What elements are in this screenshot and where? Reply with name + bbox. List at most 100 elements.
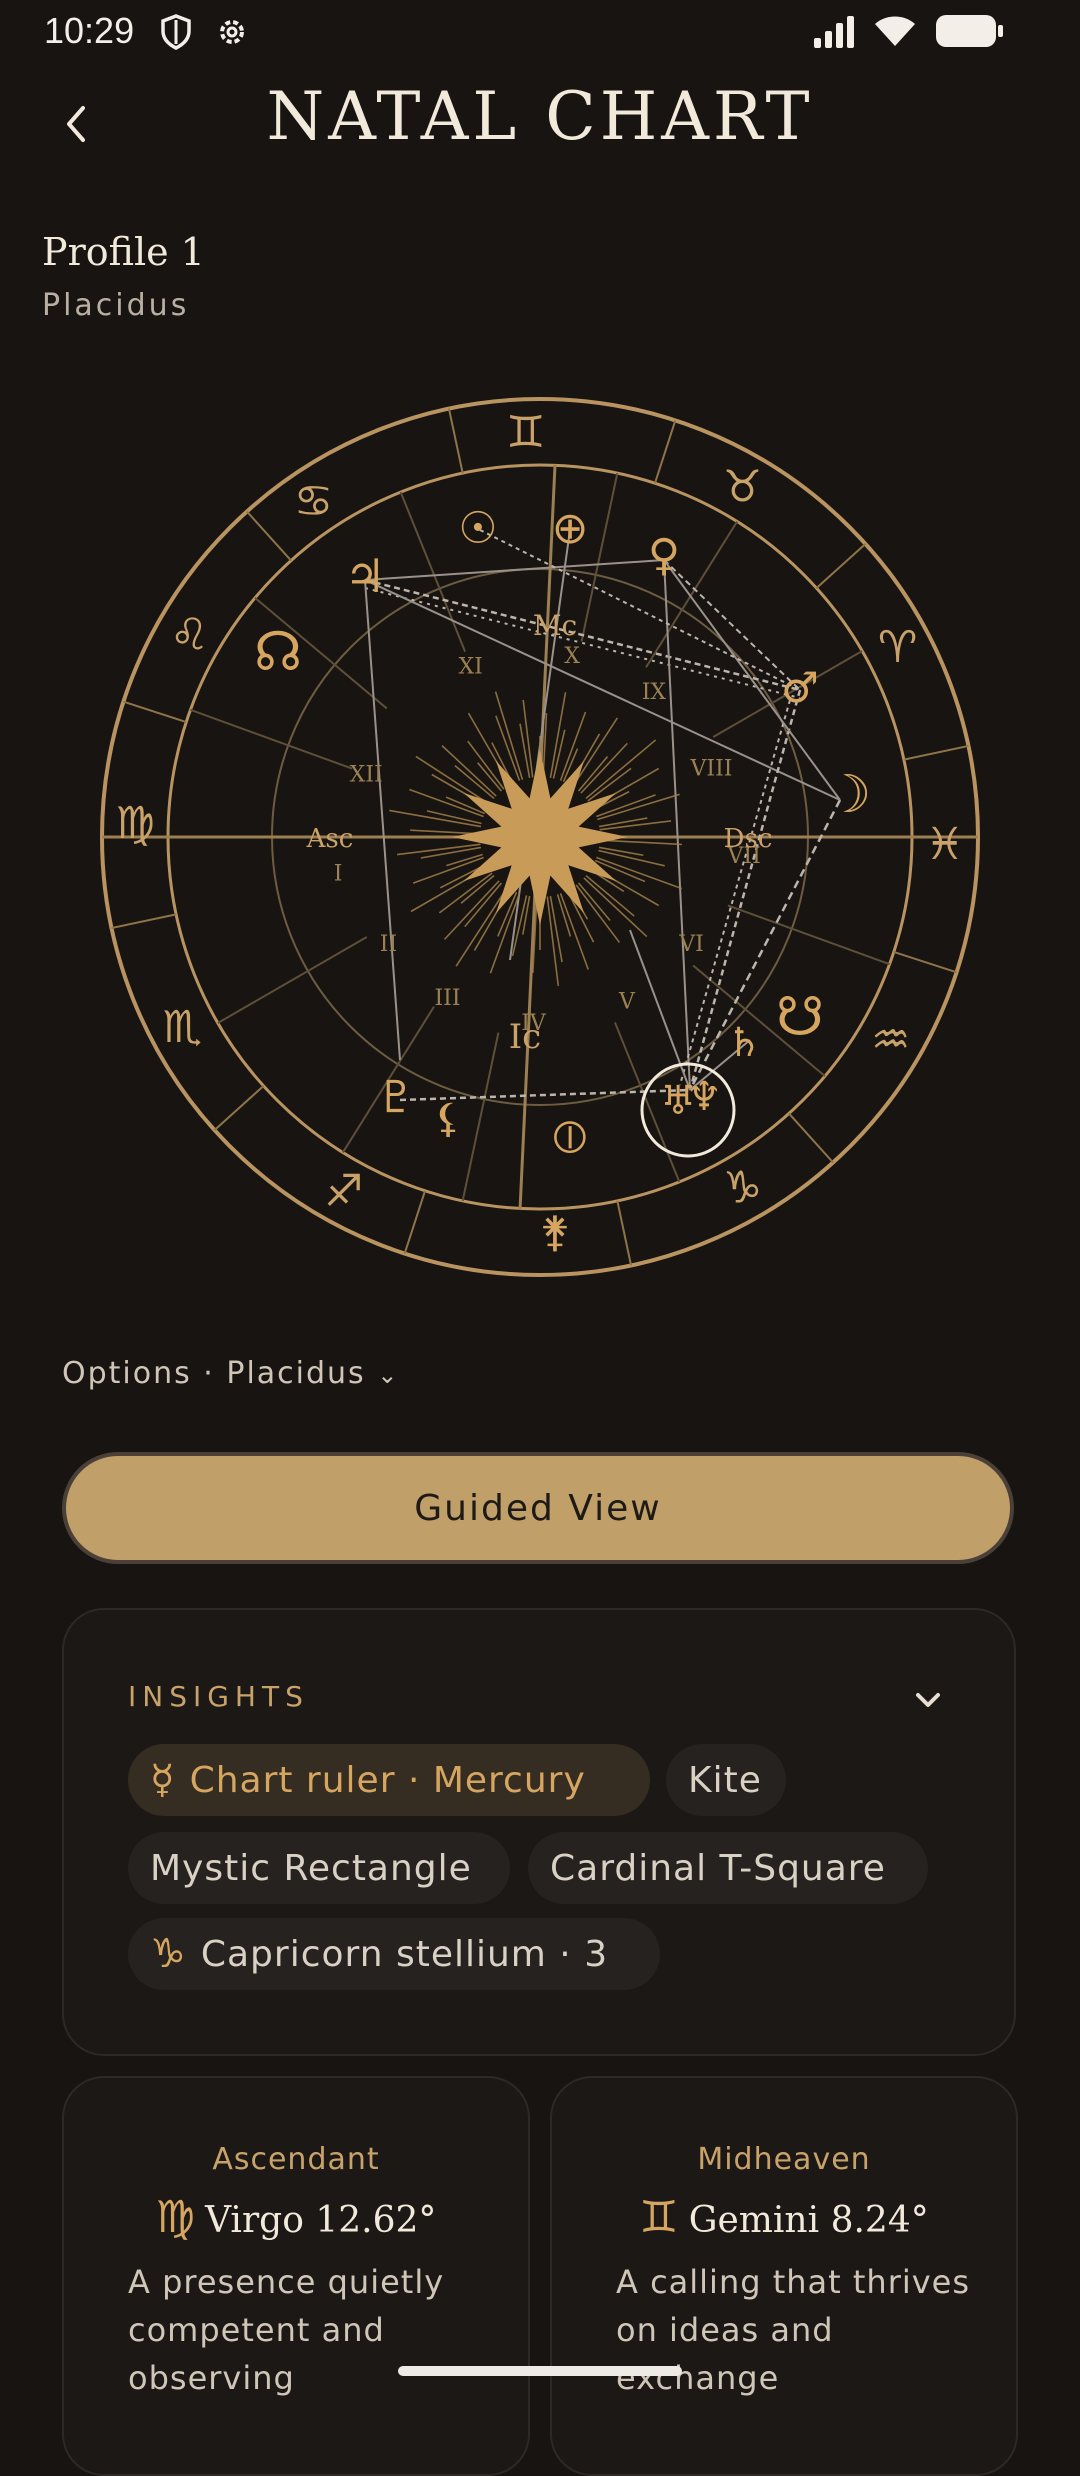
- sun-ray: [580, 742, 628, 794]
- house-system-label: Placidus: [42, 288, 190, 323]
- midheaven-description: A calling that thrives on ideas and exch…: [616, 2263, 971, 2397]
- midheaven-label: Mc: [533, 609, 577, 642]
- insight-chip-label: Capricorn stellium · 3: [200, 1933, 609, 1975]
- lilith-glyph: ⚸: [433, 1096, 462, 1142]
- insights-title: INSIGHTS: [128, 1680, 309, 1713]
- neptune-glyph: ♆: [686, 1074, 722, 1120]
- zodiac-sign-glyph: ♊: [506, 407, 545, 458]
- zodiac-boundary: [893, 951, 957, 974]
- insight-chip-label: Mystic Rectangle: [150, 1847, 472, 1889]
- natal-chart-wheel[interactable]: IIIIIIIVVVIVIIVIIIIXXXIXII ♍♌♋♊♉♈♓♒♑♐♏ A…: [0, 380, 1080, 1300]
- sun-ring-glyph: ☉: [458, 503, 497, 554]
- zodiac-sign-glyph: ♈: [878, 622, 917, 673]
- wifi-icon: [875, 16, 915, 46]
- midheaven-sign: ♊ Gemini 8.24°: [550, 2192, 1018, 2243]
- profile-name: Profile 1: [42, 230, 205, 274]
- zodiac-boundary: [616, 1200, 633, 1266]
- zodiac-sign-glyph: ♒: [871, 1015, 910, 1066]
- house-number: III: [434, 986, 460, 1011]
- insight-chip-label: Cardinal T-Square: [550, 1847, 886, 1889]
- venus-glyph: ♀: [648, 530, 680, 581]
- zodiac-sign-glyph: ♍: [115, 798, 154, 849]
- sun-ray: [559, 711, 587, 781]
- sun-ray: [596, 856, 683, 890]
- zodiac-boundary: [654, 420, 677, 484]
- sun-ray: [575, 884, 621, 943]
- moon-glyph: ☽: [825, 765, 872, 825]
- pluto-ring-glyph: ⊕: [552, 503, 589, 554]
- sun-ray: [519, 723, 531, 779]
- ceres-glyph: ⦶: [553, 1109, 586, 1163]
- ascendant-sign: ♍ Virgo 12.62°: [62, 2192, 530, 2243]
- house-number: II: [380, 932, 397, 957]
- house-number: I: [334, 862, 343, 887]
- zodiac-boundary: [447, 408, 464, 474]
- zodiac-boundary: [788, 1112, 834, 1164]
- sun-ray: [443, 880, 500, 940]
- page-title: NATAL CHART: [266, 78, 814, 155]
- chevron-down-icon: [916, 1693, 940, 1707]
- insights-collapse-button[interactable]: [908, 1682, 948, 1718]
- sun-ray: [420, 846, 482, 859]
- midheaven-label: Midheaven: [697, 2142, 871, 2177]
- mars-glyph: ♂: [781, 663, 819, 712]
- gemini-icon: ♊: [639, 2192, 679, 2243]
- shield-icon: [161, 14, 191, 50]
- home-indicator[interactable]: [398, 2366, 682, 2376]
- battery-icon: [936, 15, 1003, 47]
- insight-chip-mystic-rectangle[interactable]: Mystic Rectangle: [128, 1832, 510, 1904]
- pluto-glyph: ♇: [376, 1072, 415, 1123]
- house-number: VIII: [690, 757, 733, 782]
- zodiac-sign-glyph: ♏: [163, 1002, 202, 1053]
- zodiac-boundary: [903, 744, 969, 761]
- ascendant-description: A presence quietly competent and observi…: [128, 2263, 445, 2397]
- zodiac-boundary: [403, 1190, 426, 1254]
- imum-coeli-label: Ic: [509, 1017, 541, 1057]
- midheaven-degree: Gemini 8.24°: [688, 2200, 929, 2241]
- north-node-glyph: ☊: [254, 620, 302, 683]
- options-label: Options · Placidus: [62, 1356, 366, 1391]
- insight-chip-label: Chart ruler · Mercury: [189, 1759, 586, 1801]
- guided-view-button[interactable]: Guided View: [62, 1452, 1014, 1564]
- zodiac-boundary: [815, 543, 867, 589]
- descendant-label: Dsc: [724, 824, 773, 854]
- signal-icon: [814, 16, 854, 48]
- center-sun-star: [452, 749, 628, 925]
- zodiac-boundary: [123, 700, 187, 723]
- zodiac-boundary: [213, 1085, 265, 1131]
- house-cusp-line: [217, 936, 368, 1024]
- saturn-glyph: ♄: [726, 1020, 762, 1066]
- house-cusp-line: [727, 904, 890, 966]
- house-number: VI: [678, 932, 704, 957]
- house-number: X: [564, 644, 580, 669]
- status-time: 10:29: [44, 10, 135, 51]
- insight-chip-cardinal-t-square[interactable]: Cardinal T-Square: [528, 1832, 928, 1904]
- ascendant-label: Asc: [306, 824, 354, 854]
- zodiac-boundary: [246, 510, 292, 562]
- house-cusp-line: [399, 491, 467, 652]
- options-dropdown[interactable]: Options · Placidus ⌄: [62, 1356, 399, 1391]
- zodiac-sign-glyph: ♑: [723, 1163, 762, 1214]
- settings-gear-icon: [220, 20, 244, 44]
- sun-ray: [599, 839, 682, 846]
- insight-chip-chart-ruler[interactable]: ☿ Chart ruler · Mercury: [128, 1744, 650, 1816]
- part-of-fortune-glyph: ⚵: [540, 1207, 571, 1256]
- house-number: IX: [642, 680, 667, 705]
- insight-chip-capricorn-stellium[interactable]: ♑ Capricorn stellium · 3: [128, 1918, 660, 1990]
- zodiac-sign-glyph: ♐: [324, 1166, 363, 1217]
- house-cusp-line: [190, 708, 353, 770]
- house-cusp-line: [580, 472, 619, 642]
- zodiac-sign-glyph: ♉: [723, 461, 762, 512]
- sun-ray: [441, 745, 497, 797]
- capricorn-icon: ♑: [150, 1931, 187, 1977]
- sun-ray: [522, 895, 531, 935]
- house-number: XII: [350, 763, 383, 788]
- zodiac-sign-glyph: ♓: [925, 819, 964, 870]
- zodiac-sign-glyph: ♋: [294, 476, 333, 527]
- house-number: XI: [459, 655, 483, 680]
- insight-chip-kite[interactable]: Kite: [666, 1744, 786, 1816]
- zodiac-sign-glyph: ♌: [170, 610, 209, 661]
- chevron-down-icon: ⌄: [377, 1361, 400, 1389]
- ascendant-label: Ascendant: [212, 2142, 380, 2177]
- zodiac-boundary: [111, 913, 177, 930]
